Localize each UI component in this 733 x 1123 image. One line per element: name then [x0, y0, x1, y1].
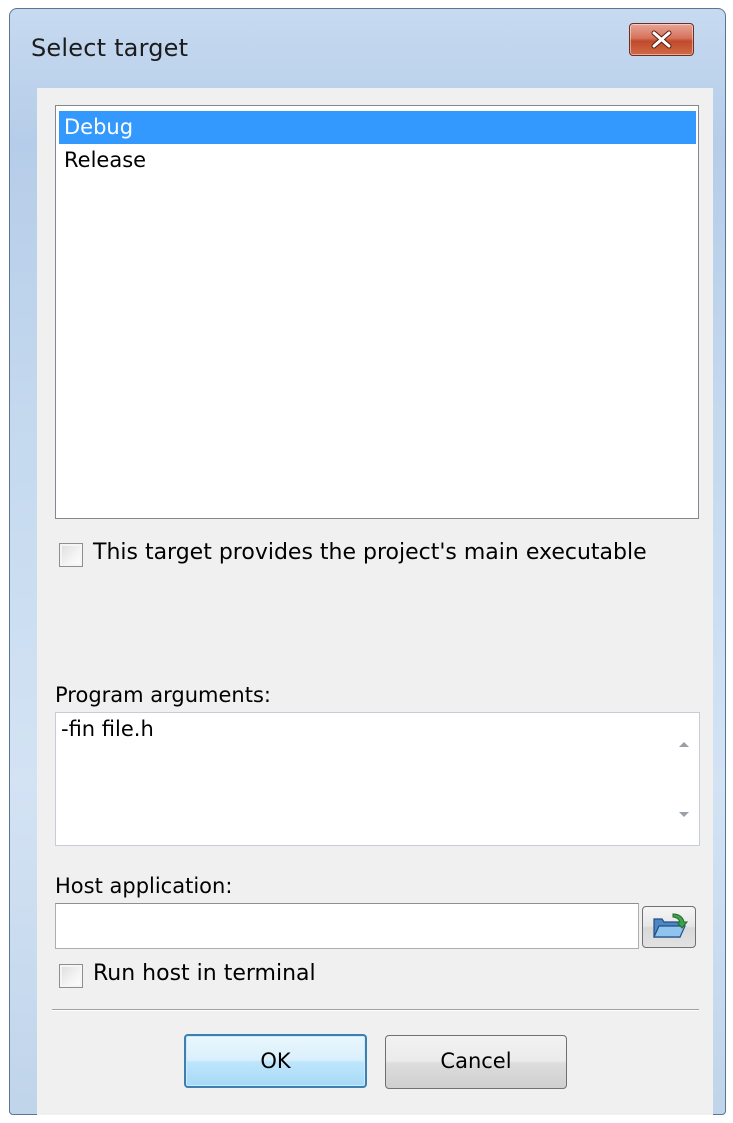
ok-button[interactable]: OK — [184, 1034, 367, 1088]
open-folder-icon — [653, 913, 689, 938]
target-list[interactable]: Debug Release — [55, 105, 699, 519]
separator — [52, 1009, 699, 1011]
list-item-release[interactable]: Release — [59, 144, 696, 177]
host-application-label: Host application: — [55, 874, 233, 898]
program-arguments-label: Program arguments: — [55, 683, 271, 707]
main-executable-checkbox[interactable] — [59, 543, 83, 567]
close-icon — [651, 30, 672, 49]
run-in-terminal-label: Run host in terminal — [93, 961, 316, 986]
program-arguments-value: -fin file.h — [61, 717, 154, 741]
list-item-debug[interactable]: Debug — [59, 111, 696, 144]
browse-button[interactable] — [642, 906, 696, 948]
run-in-terminal-checkbox[interactable] — [59, 964, 83, 988]
close-button[interactable] — [629, 23, 694, 56]
dialog-title: Select target — [31, 34, 189, 62]
scroll-up-arrow-icon[interactable] — [677, 739, 691, 749]
program-arguments-textarea[interactable]: -fin file.h — [55, 712, 700, 846]
scroll-down-arrow-icon[interactable] — [677, 809, 691, 819]
cancel-button[interactable]: Cancel — [385, 1035, 567, 1089]
main-executable-label: This target provides the project's main … — [93, 540, 647, 565]
host-application-input[interactable] — [55, 903, 639, 949]
